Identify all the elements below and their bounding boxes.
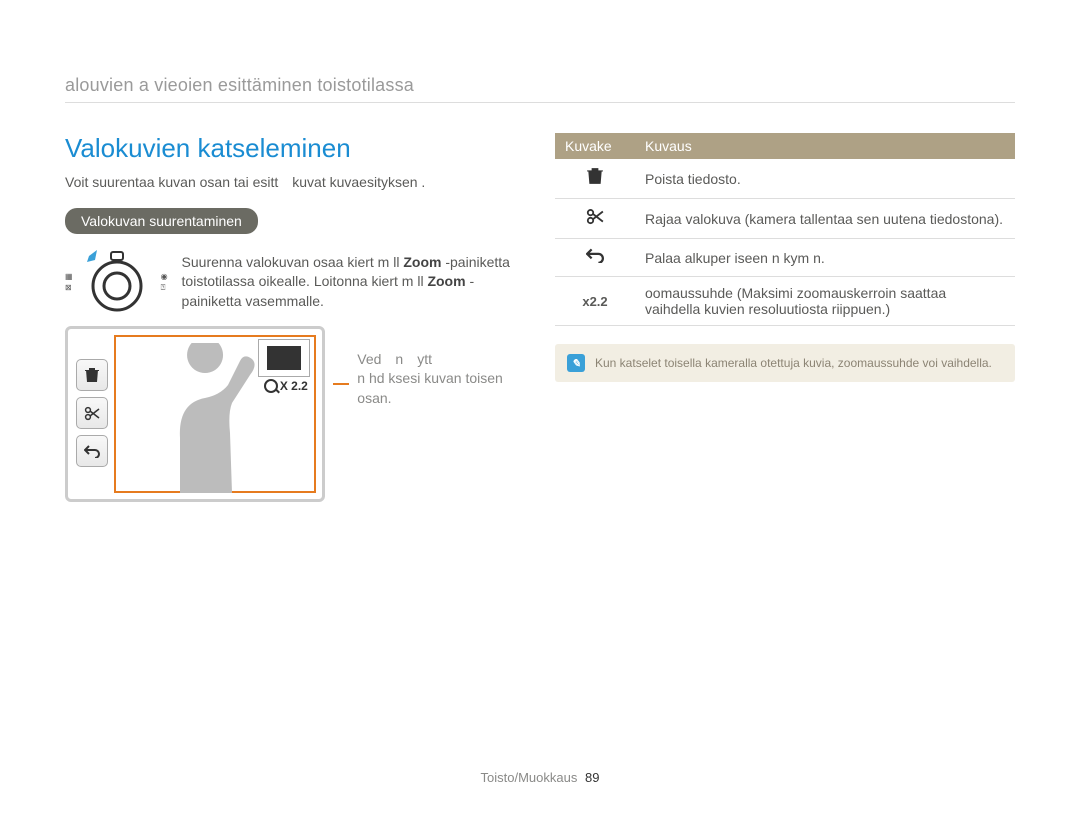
section-title: Valokuvien katseleminen [65, 133, 525, 164]
return-icon [555, 239, 635, 277]
trash-icon [555, 159, 635, 199]
row-desc: Palaa alkuper iseen n kym n. [635, 239, 1015, 277]
callout-line [333, 383, 349, 385]
note-text: Kun katselet toisella kameralla otettuja… [595, 356, 992, 370]
th-icon: Kuvake [555, 133, 635, 159]
zoom-word-1: Zoom [403, 254, 441, 270]
trash-button[interactable] [76, 359, 108, 391]
instruction-text: Suurenna valokuvan osaa kiert m ll Zoom … [182, 253, 525, 312]
subsection-pill: Valokuvan suurentaminen [65, 208, 258, 234]
table-row: Poista tiedosto. [555, 159, 1015, 199]
note-icon: ✎ [567, 354, 585, 372]
zoom-instruction: ▦⊠ ◉⍰ Suurenna valokuvan osaa kiert m ll… [65, 250, 525, 314]
camera-screen-preview: X 2.2 [65, 326, 325, 502]
row-desc: oomaussuhde (Maksimi zoomauskerroin saat… [635, 277, 1015, 326]
row-desc: Poista tiedosto. [635, 159, 1015, 199]
breadcrumb: alouvien a vieoien esittäminen toistotil… [65, 75, 1015, 103]
camera-lens-icon [87, 250, 147, 314]
icon-description-table: Kuvake Kuvaus Poista tiedosto. [555, 133, 1015, 326]
zoom-ratio-indicator: X 2.2 [264, 379, 308, 393]
footer-label: Toisto/Muokkaus [481, 770, 578, 785]
table-row: Palaa alkuper iseen n kym n. [555, 239, 1015, 277]
mode-icons: ▦⊠ [65, 272, 73, 292]
zoom-ratio-text: X 2.2 [280, 379, 308, 393]
crop-button[interactable] [76, 397, 108, 429]
zoom-ratio-icon: x2.2 [555, 277, 635, 326]
return-button[interactable] [76, 435, 108, 467]
magnifier-icon [264, 379, 278, 393]
instruction-pre: Suurenna valokuvan osaa kiert m ll [182, 254, 404, 270]
note-box: ✎ Kun katselet toisella kameralla otettu… [555, 344, 1015, 382]
table-row: x2.2 oomaussuhde (Maksimi zoomauskerroin… [555, 277, 1015, 326]
page-number: 89 [585, 770, 599, 785]
page-footer: Toisto/Muokkaus 89 [0, 770, 1080, 785]
row-desc: Rajaa valokuva (kamera tallentaa sen uut… [635, 199, 1015, 239]
table-row: Rajaa valokuva (kamera tallentaa sen uut… [555, 199, 1015, 239]
th-desc: Kuvaus [635, 133, 1015, 159]
child-silhouette [120, 343, 280, 493]
intro-text: Voit suurentaa kuvan osan tai esitt kuva… [65, 174, 525, 190]
zoom-word-2: Zoom [427, 273, 465, 289]
mode-icons-right: ◉⍰ [161, 272, 168, 293]
minimap [258, 339, 310, 377]
scissors-icon [555, 199, 635, 239]
callout-text: Ved n ytt n hd ksesi kuvan toisen osan. [357, 350, 525, 409]
